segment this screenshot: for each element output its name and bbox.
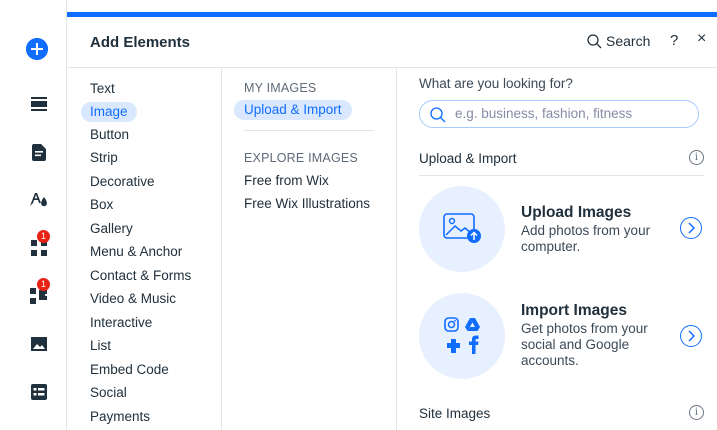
search-label: Search	[606, 33, 651, 49]
subcategory-list: MY IMAGES Upload & Import EXPLORE IMAGES…	[222, 68, 397, 430]
category-embed-code[interactable]: Embed Code	[81, 360, 178, 380]
design-button[interactable]	[26, 187, 52, 213]
import-images-title[interactable]: Import Images	[521, 302, 627, 320]
category-video-music[interactable]: Video & Music	[81, 289, 185, 309]
category-strip[interactable]: Strip	[81, 148, 127, 168]
search-input[interactable]: e.g. business, fashion, fitness	[419, 100, 699, 128]
category-menu-anchor[interactable]: Menu & Anchor	[81, 242, 191, 262]
category-contact-forms[interactable]: Contact & Forms	[81, 266, 200, 286]
import-images-description: Get photos from your social and Google a…	[521, 321, 648, 368]
divider	[244, 130, 374, 131]
search-button[interactable]: Search	[587, 33, 650, 49]
category-text[interactable]: Text	[81, 79, 124, 99]
section-title: Site Images	[419, 406, 491, 421]
category-button[interactable]: Button	[81, 125, 138, 145]
sections-button[interactable]	[26, 91, 52, 117]
cms-button[interactable]	[26, 379, 52, 405]
social-accounts-icon	[444, 317, 480, 354]
category-payments[interactable]: Payments	[81, 407, 159, 427]
pages-button[interactable]	[26, 139, 52, 165]
upload-images-arrow-button[interactable]	[680, 217, 702, 239]
category-gallery[interactable]: Gallery	[81, 219, 142, 239]
close-button[interactable]: ×	[697, 30, 706, 48]
category-list[interactable]: List	[81, 336, 120, 356]
upload-images-description: Add photos from your computer.	[521, 223, 651, 254]
add-elements-button[interactable]	[26, 38, 48, 60]
upload-images-title[interactable]: Upload Images	[521, 204, 631, 222]
page-icon	[32, 143, 46, 161]
plus-icon	[26, 38, 48, 60]
my-images-heading: MY IMAGES	[244, 81, 317, 95]
search-icon	[430, 107, 446, 123]
category-list: Text Image Button Strip Decorative Box G…	[67, 68, 222, 430]
upload-image-icon	[443, 213, 481, 243]
sections-icon	[31, 97, 47, 111]
site-images-section: Site Images i	[419, 402, 704, 430]
category-image[interactable]: Image	[81, 102, 137, 122]
explore-images-heading: EXPLORE IMAGES	[244, 151, 358, 165]
category-social[interactable]: Social	[81, 383, 136, 403]
subcategory-upload-import[interactable]: Upload & Import	[234, 100, 352, 120]
upload-import-section: Upload & Import i	[419, 147, 704, 176]
section-title: Upload & Import	[419, 151, 517, 166]
panel-header: Add Elements Search ? ×	[67, 17, 717, 68]
category-interactive[interactable]: Interactive	[81, 313, 161, 333]
table-icon	[31, 384, 47, 400]
upload-images-thumbnail[interactable]	[419, 186, 505, 272]
help-button[interactable]: ?	[670, 32, 678, 49]
chevron-right-icon	[688, 330, 695, 342]
left-toolbar: 1 1	[0, 0, 67, 430]
category-decorative[interactable]: Decorative	[81, 172, 164, 192]
chevron-right-icon	[688, 222, 695, 234]
panel-title: Add Elements	[90, 34, 191, 51]
media-icon	[31, 337, 47, 351]
content-panel: What are you looking for? e.g. business,…	[397, 68, 717, 430]
info-icon[interactable]: i	[689, 150, 704, 165]
search-question: What are you looking for?	[419, 76, 573, 91]
import-images-arrow-button[interactable]	[680, 325, 702, 347]
media-button[interactable]	[26, 331, 52, 357]
subcategory-free-from-wix[interactable]: Free from Wix	[244, 171, 329, 191]
business-notification-badge: 1	[37, 278, 50, 291]
subcategory-free-illustrations[interactable]: Free Wix Illustrations	[244, 194, 370, 214]
top-strip	[0, 0, 717, 6]
category-box[interactable]: Box	[81, 195, 122, 215]
search-placeholder: e.g. business, fashion, fitness	[455, 106, 633, 121]
apps-notification-badge: 1	[37, 230, 50, 243]
search-icon	[587, 33, 602, 48]
design-fonts-icon	[30, 193, 47, 207]
info-icon[interactable]: i	[689, 405, 704, 420]
import-images-thumbnail[interactable]	[419, 293, 505, 379]
